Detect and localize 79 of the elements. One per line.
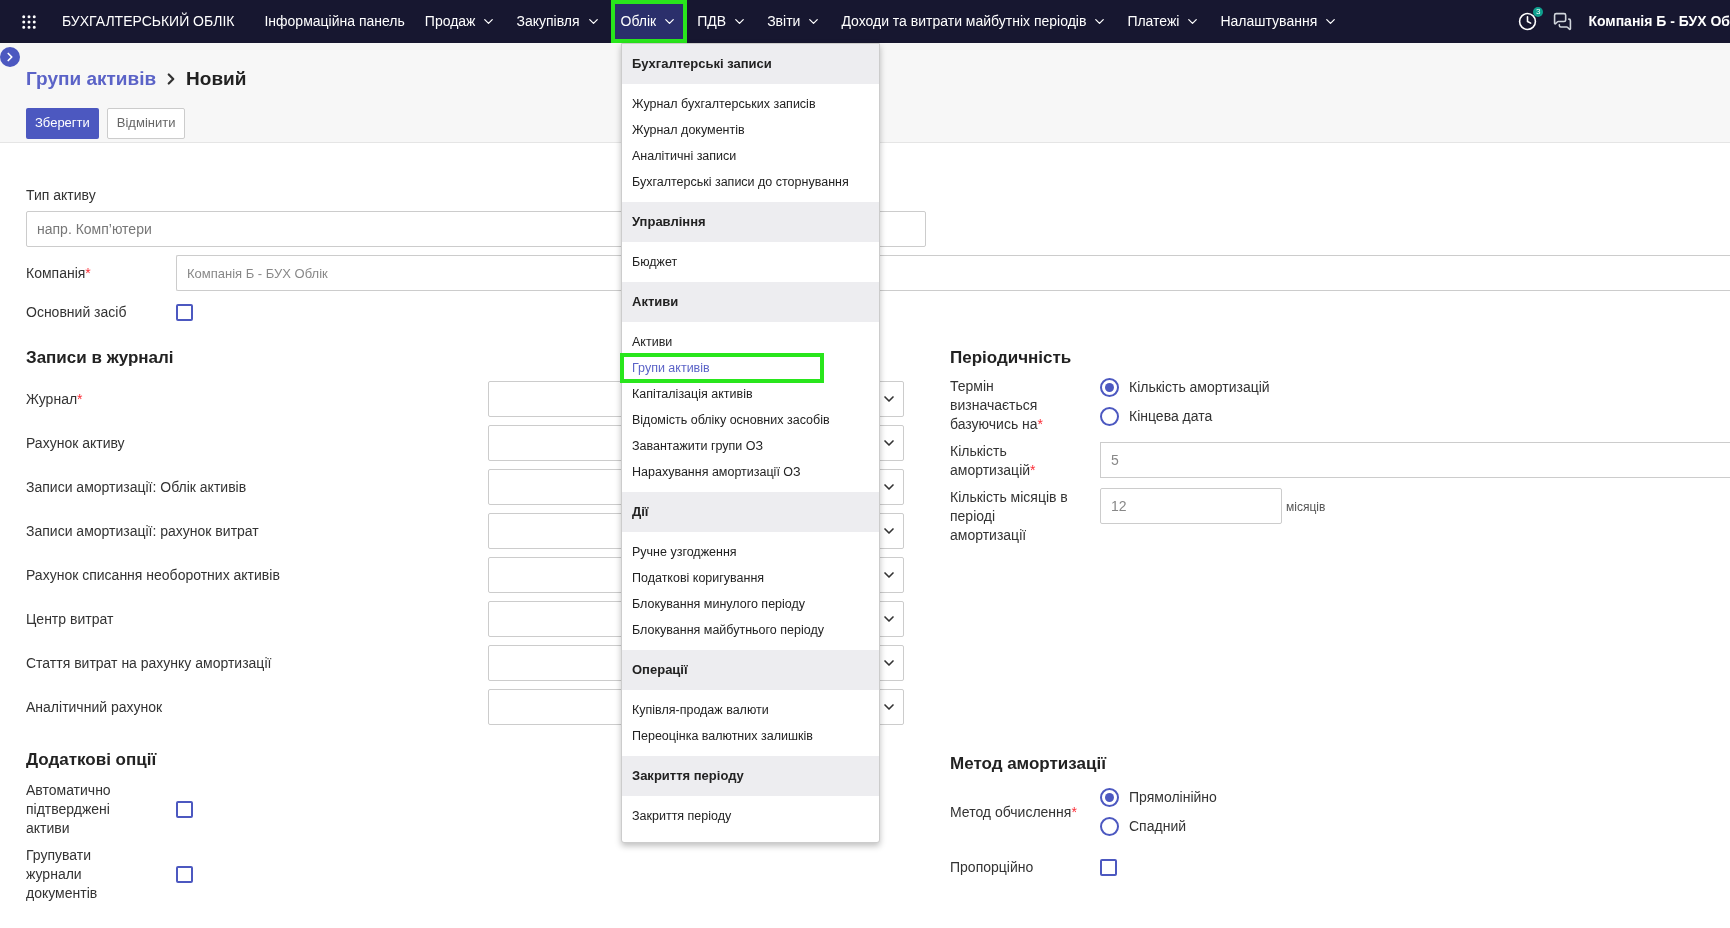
field-label: Автоматично підтверджені активи [26, 781, 112, 838]
menu-item[interactable]: Блокування майбутнього періоду [622, 617, 879, 643]
field-label: Аналітичний рахунок [26, 699, 163, 715]
menu-item[interactable]: Переоцінка валютних залишків [622, 723, 879, 749]
nav-menu[interactable]: Налаштування [1210, 0, 1349, 43]
menu-item[interactable]: Податкові коригування [622, 565, 879, 591]
field-label: Термін визначається базуючись на* [950, 377, 1045, 434]
field-label: Кількість місяців в періоді амортизації [950, 488, 1069, 545]
menu-item[interactable]: Блокування минулого періоду [622, 591, 879, 617]
radio-button[interactable] [1100, 407, 1119, 426]
checkbox[interactable] [176, 801, 193, 818]
field-label: Записи амортизації: Облік активів [26, 479, 247, 495]
field-label: Кількість амортизацій* [950, 442, 1037, 480]
section-heading: Записи в журналі [26, 347, 175, 367]
field-label: Метод обчислення* [950, 804, 1077, 820]
checkbox[interactable] [176, 303, 193, 321]
section-heading: Метод амортизації [950, 753, 1108, 773]
field-label: Журнал* [26, 391, 83, 407]
menu-item[interactable]: Відомість обліку основних засобів [622, 407, 879, 433]
field-label: Компанія* [26, 265, 91, 281]
field-label: Стаття витрат на рахунку амортизації [26, 655, 272, 671]
menu-section-header: Дії [622, 492, 879, 532]
chat-icon[interactable] [1553, 12, 1573, 31]
notification-badge: 3 [1532, 7, 1544, 17]
menu-item[interactable]: Ручне узгодження [622, 539, 879, 565]
radio-label: Прямолінійно [1129, 788, 1217, 807]
menu-item[interactable]: Аналітичні записи [622, 143, 879, 169]
activity-clock-icon[interactable] [1518, 12, 1538, 31]
radio-label: Спадний [1129, 817, 1187, 836]
menu-item[interactable]: Завантажити групи ОЗ [622, 433, 879, 459]
nav-menu[interactable]: Інформаційна панель [254, 0, 415, 43]
field-label: Рахунок активу [26, 435, 125, 451]
field-label: Тип активу [26, 187, 96, 203]
menu-section-header: Активи [622, 282, 879, 322]
radio-button[interactable] [1100, 817, 1119, 836]
save-button[interactable]: Зберегти [26, 107, 99, 139]
nav-menu[interactable]: Продаж [414, 0, 507, 43]
depreciation-count-input[interactable]: 5 [1100, 442, 1730, 478]
menu-section-header: Закриття періоду [622, 756, 879, 796]
field-label: Центр витрат [26, 611, 114, 627]
radio-button[interactable] [1100, 788, 1119, 807]
menu-section-header: Управління [622, 202, 879, 242]
section-heading: Періодичність [950, 347, 1073, 367]
radio-label: Кількість амортизацій [1129, 378, 1270, 397]
menu-item[interactable]: Групи активів [622, 355, 822, 381]
breadcrumb-link[interactable]: Групи активів [26, 65, 157, 94]
menu-item[interactable]: Журнал бухгалтерських записів [622, 91, 879, 117]
menu-section-header: Бухгалтерські записи [622, 44, 879, 84]
menu-item[interactable]: Капіталізація активів [622, 381, 879, 407]
field-label: Пропорційно [950, 859, 1034, 875]
app-title: БУХГАЛТЕРСЬКИЙ ОБЛІК [62, 11, 235, 31]
menu-item[interactable]: Активи [622, 329, 879, 355]
menu-item[interactable]: Купівля-продаж валюти [622, 697, 879, 723]
radio-label: Кінцева дата [1129, 407, 1213, 426]
field-label: Групувати журнали документів [26, 846, 99, 903]
discard-button[interactable]: Відмінити [106, 107, 186, 139]
field-label: Записи амортизації: рахунок витрат [26, 523, 259, 539]
section-heading: Додаткові опції [26, 749, 158, 769]
menu-section-header: Операції [622, 650, 879, 690]
menu-item[interactable]: Закриття періоду [622, 803, 879, 829]
breadcrumb-current: Новий [186, 67, 247, 91]
apps-menu-icon[interactable] [20, 12, 38, 31]
nav-menu[interactable]: Платежі [1117, 0, 1211, 43]
nav-menu[interactable]: ПДВ [687, 0, 758, 43]
checkbox[interactable] [1100, 858, 1117, 876]
nav-menu[interactable]: Облік [610, 0, 688, 43]
menu-item[interactable]: Журнал документів [622, 117, 879, 143]
radio-button[interactable] [1100, 378, 1119, 397]
company-switcher[interactable]: Компанія Б - БУХ Об [1588, 11, 1730, 32]
field-label: Рахунок списання необоротних активів [26, 567, 280, 583]
menu-item[interactable]: Нарахування амортизації ОЗ [622, 459, 879, 485]
checkbox[interactable] [176, 866, 193, 883]
nav-menu[interactable]: Закупівля [506, 0, 611, 43]
unit-label: місяців [1286, 499, 1326, 516]
menu-item[interactable]: Бухгалтерські записи до сторнування [622, 169, 879, 195]
months-input[interactable]: 12 [1100, 488, 1282, 524]
nav-menu[interactable]: Доходи та витрати майбутніх періодів [831, 0, 1118, 43]
nav-menu[interactable]: Звіти [757, 0, 832, 43]
field-label: Основний засіб [26, 304, 127, 320]
